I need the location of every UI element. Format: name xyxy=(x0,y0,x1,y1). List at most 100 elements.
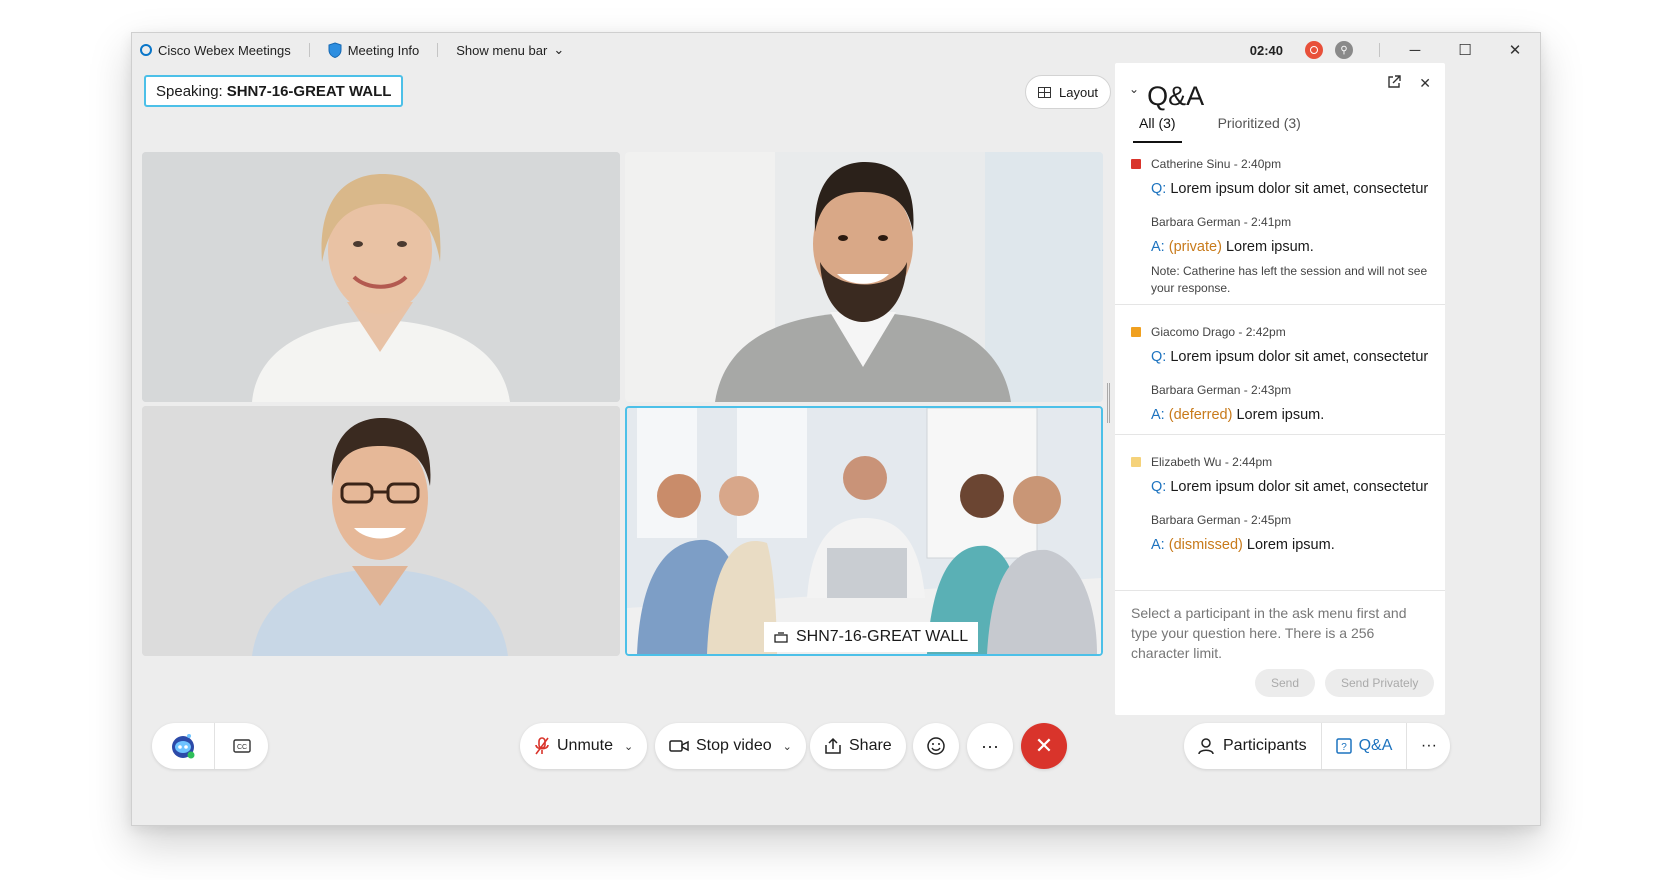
question-body: Lorem ipsum dolor sit amet, consectetur xyxy=(1170,349,1429,365)
unmute-main[interactable]: Unmute ⌄ xyxy=(520,723,647,769)
question-text: Q: Lorem ipsum dolor sit amet, consectet… xyxy=(1151,479,1431,495)
video-tile[interactable] xyxy=(142,152,620,402)
send-privately-button[interactable]: Send Privately xyxy=(1325,669,1435,697)
qa-title: Q&A xyxy=(1147,81,1205,111)
stop-video-main[interactable]: Stop video ⌄ xyxy=(655,723,806,769)
video-tile[interactable] xyxy=(142,406,620,656)
layout-button[interactable]: Layout xyxy=(1025,75,1112,109)
question-meta: Giacomo Drago - 2:42pm xyxy=(1131,325,1431,339)
qa-tabs: All (3) Prioritized (3) xyxy=(1133,111,1307,143)
record-icon[interactable] xyxy=(1305,41,1323,59)
app-name: Cisco Webex Meetings xyxy=(158,42,291,58)
grid-icon xyxy=(1038,86,1051,98)
answer-label: A: xyxy=(1151,537,1165,553)
panel-resize-handle[interactable] xyxy=(1107,383,1110,423)
chevron-down-icon[interactable]: ⌄ xyxy=(783,740,792,753)
app-title: Cisco Webex Meetings xyxy=(132,33,299,67)
answer-status: (private) xyxy=(1168,239,1222,255)
participant-video xyxy=(625,152,1103,402)
answerer: Barbara German - 2:45pm xyxy=(1151,513,1292,527)
question-body: Lorem ipsum dolor sit amet, consectetur xyxy=(1170,181,1429,197)
answerer: Barbara German - 2:43pm xyxy=(1151,383,1292,397)
meeting-info-button[interactable]: Meeting Info xyxy=(320,33,428,67)
meeting-info-label: Meeting Info xyxy=(347,42,420,58)
tab-all[interactable]: All (3) xyxy=(1133,111,1182,143)
more-panels-button[interactable]: ··· xyxy=(1406,723,1450,769)
question-body: Lorem ipsum dolor sit amet, consectetur xyxy=(1170,479,1429,495)
qa-label: Q&A xyxy=(1358,737,1393,754)
answer-body: Lorem ipsum. xyxy=(1225,239,1314,255)
room-name-label: SHN7-16-GREAT WALL xyxy=(764,622,979,652)
question-text: Q: Lorem ipsum dolor sit amet, consectet… xyxy=(1151,349,1431,365)
question-label: Q: xyxy=(1151,181,1167,197)
share-button[interactable]: Share xyxy=(810,723,906,769)
send-button[interactable]: Send xyxy=(1255,669,1316,697)
maximize-button[interactable]: ☐ xyxy=(1440,33,1490,67)
window-close-button[interactable]: ✕ xyxy=(1490,33,1540,67)
microphone-muted-icon xyxy=(535,737,549,755)
answer-body: Lorem ipsum. xyxy=(1246,537,1335,553)
show-menu-bar-label: Show menu bar xyxy=(456,42,548,58)
qa-header: ⌄ Q&A xyxy=(1129,75,1204,112)
close-icon[interactable]: ✕ xyxy=(1419,75,1431,92)
closed-captions-icon: CC xyxy=(232,739,251,753)
participants-label: Participants xyxy=(1223,737,1307,754)
qa-thread[interactable]: Giacomo Drago - 2:42pm Q: Lorem ipsum do… xyxy=(1115,325,1445,435)
qa-button[interactable]: ? Q&A xyxy=(1320,723,1407,769)
layout-label: Layout xyxy=(1059,84,1099,100)
webex-meeting-window: Cisco Webex Meetings Meeting Info Show m… xyxy=(131,32,1541,826)
qa-thread[interactable]: Elizabeth Wu - 2:44pm Q: Lorem ipsum dol… xyxy=(1115,455,1445,591)
qa-thread[interactable]: Catherine Sinu - 2:40pm Q: Lorem ipsum d… xyxy=(1115,157,1445,305)
reactions-button[interactable] xyxy=(913,723,959,769)
more-options-button[interactable]: ··· xyxy=(967,723,1013,769)
speaking-prefix: Speaking: xyxy=(156,82,223,100)
priority-marker xyxy=(1131,327,1141,337)
minimize-button[interactable]: ─ xyxy=(1390,33,1440,67)
tab-prioritized[interactable]: Prioritized (3) xyxy=(1212,111,1307,143)
show-menu-bar-button[interactable]: Show menu bar ⌄ xyxy=(448,33,572,67)
question-icon: ? xyxy=(1335,738,1352,754)
asker: Catherine Sinu - 2:40pm xyxy=(1151,157,1282,171)
popout-icon[interactable] xyxy=(1387,75,1401,89)
question-text: Q: Lorem ipsum dolor sit amet, consectet… xyxy=(1151,181,1431,197)
answer-text: A: (dismissed) Lorem ipsum. xyxy=(1151,537,1431,553)
answer-text: A: (deferred) Lorem ipsum. xyxy=(1151,407,1431,423)
stop-video-label: Stop video xyxy=(696,737,772,754)
person-icon xyxy=(1198,738,1214,755)
chevron-down-icon[interactable]: ⌄ xyxy=(624,740,633,753)
svg-text:CC: CC xyxy=(236,744,246,751)
collapse-chevron-icon[interactable]: ⌄ xyxy=(1129,82,1139,96)
asker: Elizabeth Wu - 2:44pm xyxy=(1151,455,1273,469)
answerer: Barbara German - 2:41pm xyxy=(1151,215,1292,229)
chevron-down-icon: ⌄ xyxy=(553,42,565,57)
video-tile-active-speaker[interactable]: SHN7-16-GREAT WALL xyxy=(625,406,1103,656)
title-separator xyxy=(308,43,310,57)
title-bar: Cisco Webex Meetings Meeting Info Show m… xyxy=(132,33,1540,67)
question-meta: Catherine Sinu - 2:40pm xyxy=(1131,157,1431,171)
video-tile[interactable] xyxy=(625,152,1103,402)
unmute-button[interactable]: Unmute ⌄ xyxy=(520,723,648,769)
lock-icon[interactable]: ⚲ xyxy=(1335,41,1353,59)
answer-label: A: xyxy=(1151,239,1165,255)
speaking-name: SHN7-16-GREAT WALL xyxy=(226,82,392,100)
closed-captions-button[interactable]: CC xyxy=(214,723,268,769)
title-separator xyxy=(1379,43,1380,57)
share-main[interactable]: Share xyxy=(810,723,906,769)
webex-logo-icon xyxy=(140,44,152,56)
end-meeting-button[interactable]: ✕ xyxy=(1021,723,1067,769)
stop-video-button[interactable]: Stop video ⌄ xyxy=(655,723,806,769)
answer-text: A: (private) Lorem ipsum. xyxy=(1151,239,1431,255)
share-icon xyxy=(825,737,841,754)
question-input[interactable]: Select a participant in the ask menu fir… xyxy=(1131,603,1431,663)
room-video xyxy=(627,408,1101,654)
share-label: Share xyxy=(849,737,892,754)
room-device-icon xyxy=(774,631,788,643)
title-bar-right: 02:40 ⚲ ─ ☐ ✕ xyxy=(1250,33,1540,67)
emoji-icon xyxy=(927,737,945,755)
participant-video xyxy=(142,406,620,656)
participants-button[interactable]: Participants xyxy=(1184,723,1321,769)
assistant-captions-group: CC xyxy=(152,723,268,769)
qa-header-actions: ✕ xyxy=(1387,75,1431,92)
assistant-button[interactable] xyxy=(152,723,214,769)
panel-toggle-group: Participants ? Q&A ··· xyxy=(1184,723,1451,769)
